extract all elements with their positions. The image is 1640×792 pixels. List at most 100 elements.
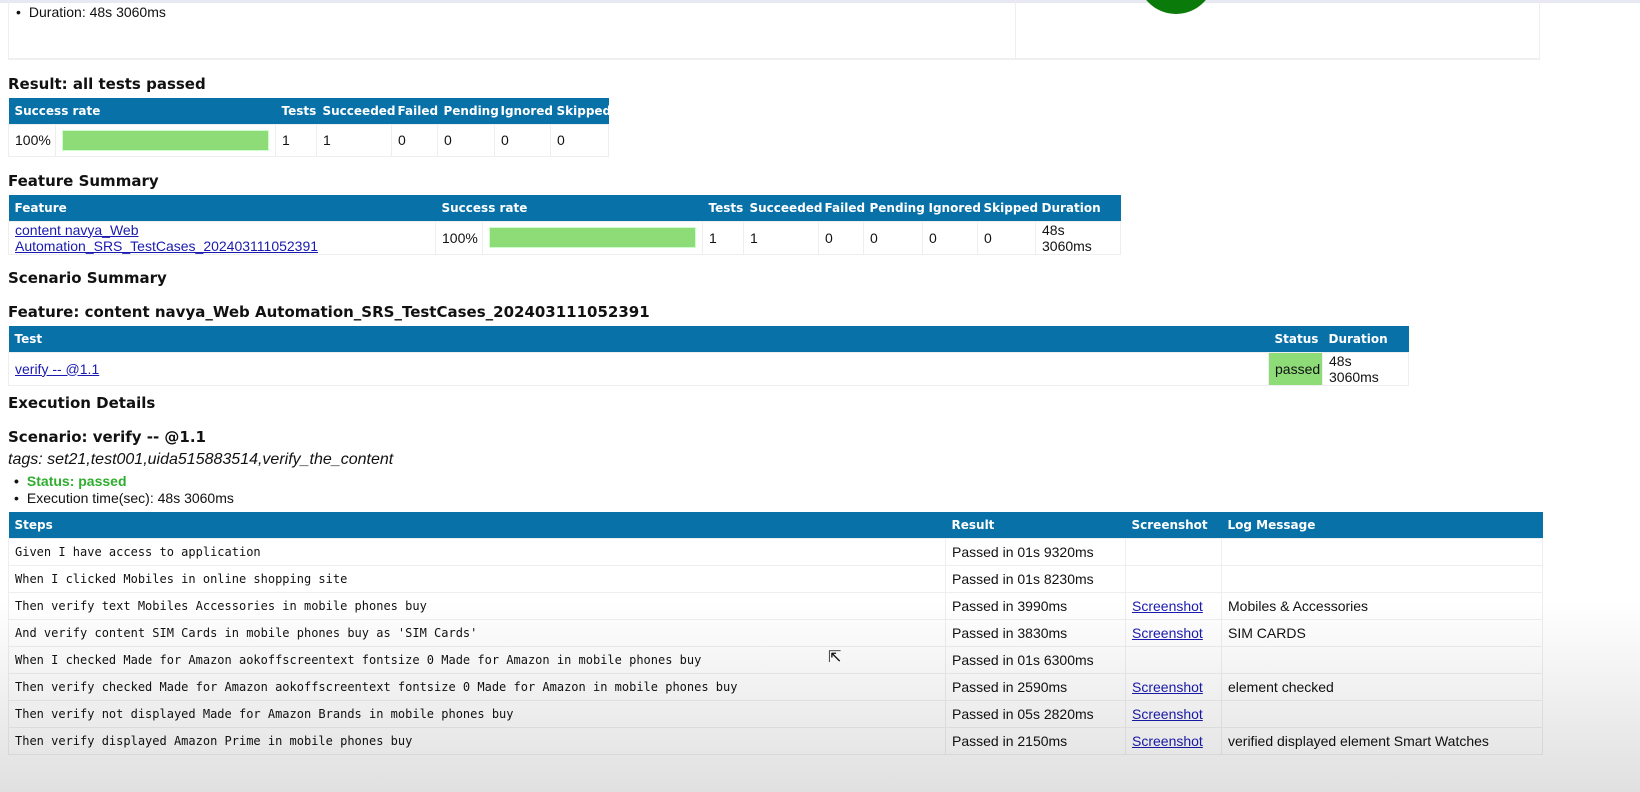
execution-heading: Execution Details <box>8 394 156 412</box>
header: Success rate <box>435 195 703 221</box>
step-text: Given I have access to application <box>8 537 946 566</box>
success-bar <box>62 129 269 151</box>
cell: 0 <box>391 123 438 157</box>
mouse-cursor-icon: ⇱ <box>828 649 842 666</box>
step-text: When I checked Made for Amazon aokoffscr… <box>8 645 946 674</box>
cell: 48s 3060ms <box>1322 351 1409 386</box>
header: Feature <box>8 195 436 221</box>
cell: 0 <box>818 220 864 255</box>
step-result: Passed in 01s 8230ms <box>945 564 1126 593</box>
screenshot-cell: Screenshot <box>1125 591 1222 620</box>
header: Failed <box>391 98 438 124</box>
summary-panel <box>8 0 1540 60</box>
header: Succeeded <box>743 195 823 221</box>
table-row: When I clicked Mobiles in online shoppin… <box>8 564 1543 593</box>
log-message <box>1221 537 1543 566</box>
cell: 1 <box>702 220 744 255</box>
scenario-table: Test Status Duration verify -- @1.1 passed 4… <box>8 326 1409 386</box>
header: Tests <box>702 195 744 221</box>
duration-text: Duration: 48s 3060ms <box>16 4 166 20</box>
table-row: Then verify displayed Amazon Prime in mo… <box>8 726 1543 755</box>
screenshot-cell <box>1125 537 1222 566</box>
screenshot-cell: Screenshot <box>1125 726 1222 755</box>
step-text: Then verify displayed Amazon Prime in mo… <box>8 726 946 755</box>
step-result: Passed in 01s 9320ms <box>945 537 1126 566</box>
cell: 1 <box>316 123 392 157</box>
header: Screenshot <box>1125 512 1222 538</box>
header: Failed <box>818 195 865 221</box>
cell: 48s 3060ms <box>1035 220 1121 255</box>
screenshot-link[interactable]: Screenshot <box>1132 733 1203 749</box>
header: Skipped <box>550 98 611 124</box>
result-table: Success rate Tests Succeeded Failed Pending I… <box>8 98 611 157</box>
log-message: SIM CARDS <box>1221 618 1543 647</box>
step-text: Then verify text Mobiles Accessories in … <box>8 591 946 620</box>
cell: 0 <box>977 220 1036 255</box>
log-message <box>1221 645 1543 674</box>
screenshot-link[interactable]: Screenshot <box>1132 625 1203 641</box>
table-row: And verify content SIM Cards in mobile p… <box>8 618 1543 647</box>
screenshot-link[interactable]: Screenshot <box>1132 679 1203 695</box>
header: Status <box>1268 326 1323 352</box>
feature-link[interactable]: content navya_Web Automation_SRS_TestCas… <box>15 222 318 254</box>
log-message: Mobiles & Accessories <box>1221 591 1543 620</box>
table-row: Then verify text Mobiles Accessories in … <box>8 591 1543 620</box>
log-message <box>1221 564 1543 593</box>
log-message <box>1221 699 1543 728</box>
header: Success rate <box>8 98 276 124</box>
result-heading: Result: all tests passed <box>8 75 206 93</box>
tags-text: tags: set21,test001,uida515883514,verify… <box>8 451 394 468</box>
cell: 0 <box>922 220 978 255</box>
status-badge: passed <box>1268 351 1323 386</box>
header: Log Message <box>1221 512 1543 538</box>
header: Duration <box>1035 195 1121 221</box>
cell: 0 <box>550 123 609 157</box>
log-message: verified displayed element Smart Watches <box>1221 726 1543 755</box>
cell: 0 <box>494 123 551 157</box>
execution-time: Execution time(sec): 48s 3060ms <box>14 490 234 506</box>
scenario-summary-heading: Scenario Summary <box>8 269 167 287</box>
cell: 1 <box>743 220 819 255</box>
header: Ignored <box>494 98 553 124</box>
log-message: element checked <box>1221 672 1543 701</box>
screenshot-link[interactable]: Screenshot <box>1132 598 1203 614</box>
step-text: Then verify checked Made for Amazon aoko… <box>8 672 946 701</box>
screenshot-cell: Screenshot <box>1125 699 1222 728</box>
table-row: Then verify not displayed Made for Amazo… <box>8 699 1543 728</box>
success-bar <box>489 227 696 248</box>
feature-summary-table: Feature Success rate Tests Succeeded Failed P… <box>8 195 1121 255</box>
header: Pending <box>437 98 499 124</box>
step-text: When I clicked Mobiles in online shoppin… <box>8 564 946 593</box>
steps-table: Steps Result Screenshot Log Message Given I… <box>8 512 1543 755</box>
step-result: Passed in 3830ms <box>945 618 1126 647</box>
step-result: Passed in 2150ms <box>945 726 1126 755</box>
header: Result <box>945 512 1126 538</box>
cell: 0 <box>437 123 495 157</box>
table-row: Given I have access to application Passed… <box>8 537 1543 566</box>
feature-summary-heading: Feature Summary <box>8 172 159 190</box>
cell: 1 <box>275 123 317 157</box>
header: Tests <box>275 98 317 124</box>
table-row: Then verify checked Made for Amazon aoko… <box>8 672 1543 701</box>
screenshot-link[interactable]: Screenshot <box>1132 706 1203 722</box>
scenario-heading: Scenario: verify -- @1.1 <box>8 428 206 446</box>
table-row: When I checked Made for Amazon aokoffscr… <box>8 645 1543 674</box>
step-text: And verify content SIM Cards in mobile p… <box>8 618 946 647</box>
screenshot-cell: Screenshot <box>1125 672 1222 701</box>
step-result: Passed in 01s 6300ms <box>945 645 1126 674</box>
screenshot-cell <box>1125 645 1222 674</box>
step-text: Then verify not displayed Made for Amazo… <box>8 699 946 728</box>
header: Skipped <box>977 195 1038 221</box>
success-rate: 100% <box>8 123 56 157</box>
header: Succeeded <box>316 98 396 124</box>
header: Ignored <box>922 195 981 221</box>
header: Pending <box>863 195 925 221</box>
step-result: Passed in 05s 2820ms <box>945 699 1126 728</box>
screenshot-cell <box>1125 564 1222 593</box>
header: Duration <box>1322 326 1409 352</box>
scenario-link[interactable]: verify -- @1.1 <box>15 361 99 377</box>
success-rate: 100% <box>435 220 483 255</box>
cell: 0 <box>863 220 923 255</box>
header: Steps <box>8 512 946 538</box>
status-text: Status: passed <box>14 473 127 489</box>
